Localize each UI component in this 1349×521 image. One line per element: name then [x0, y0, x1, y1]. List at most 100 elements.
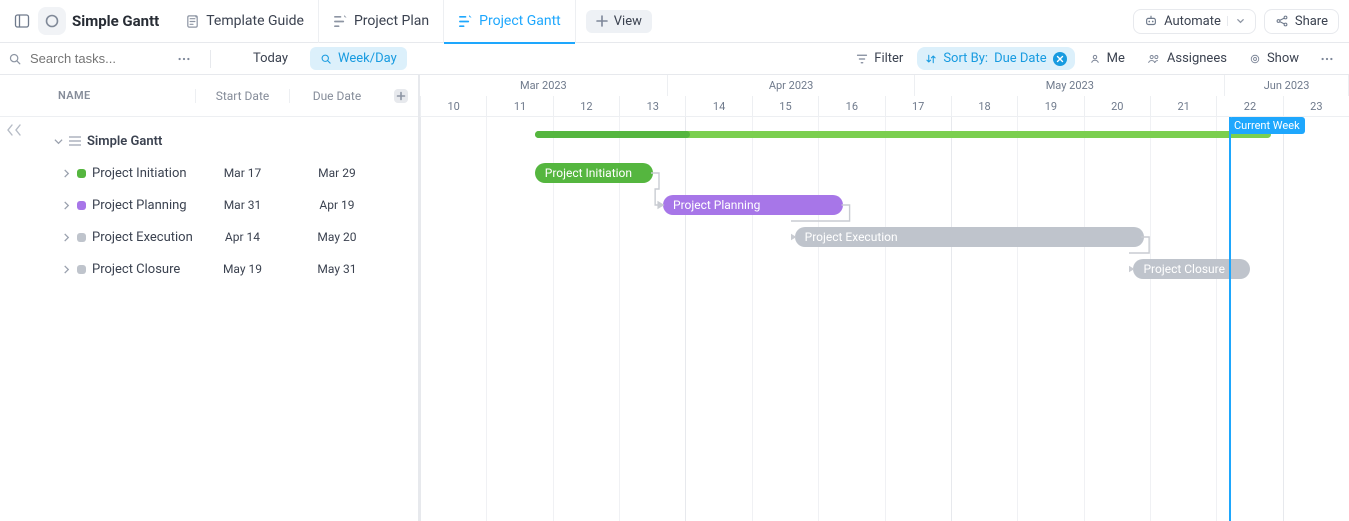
show-label: Show — [1267, 51, 1299, 66]
user-icon — [1089, 53, 1101, 65]
week-header[interactable]: 14 — [685, 96, 751, 117]
caret-right-icon[interactable] — [62, 169, 71, 178]
task-start[interactable]: Mar 31 — [195, 198, 289, 212]
month-header: May 2023 — [915, 75, 1225, 96]
col-start[interactable]: Start Date — [195, 89, 289, 103]
task-due[interactable]: Apr 19 — [290, 198, 384, 212]
tab-guide[interactable]: Template Guide — [171, 0, 319, 43]
timeline-body[interactable]: Project Initiation Project Planning Proj… — [420, 117, 1349, 521]
ellipsis-icon — [177, 52, 191, 66]
col-due[interactable]: Due Date — [290, 89, 384, 103]
current-week-label: Current Week — [1229, 117, 1305, 134]
task-start[interactable]: May 19 — [195, 262, 289, 276]
tab-gantt[interactable]: Project Gantt — [444, 0, 576, 43]
add-column-button[interactable] — [384, 88, 418, 104]
week-header[interactable]: 20 — [1084, 96, 1150, 117]
week-header[interactable]: 21 — [1150, 96, 1216, 117]
me-filter-button[interactable]: Me — [1081, 48, 1133, 69]
timescale-chip[interactable]: Week/Day — [310, 47, 407, 70]
filter-button[interactable]: Filter — [848, 48, 911, 69]
task-row[interactable]: Project Planning Mar 31 Apr 19 — [0, 189, 418, 221]
table-rows: Simple Gantt Project Initiation Mar 17 M… — [0, 117, 418, 285]
zoom-icon — [320, 53, 332, 65]
list-icon — [69, 136, 81, 146]
caret-right-icon[interactable] — [62, 233, 71, 242]
caret-right-icon[interactable] — [62, 265, 71, 274]
gantt-tab-icon — [458, 14, 473, 29]
timeline-column — [1283, 117, 1349, 521]
search-icon — [8, 52, 22, 66]
caret-right-icon[interactable] — [62, 201, 71, 210]
caret-down-icon[interactable] — [54, 137, 63, 146]
overflow-button[interactable] — [1313, 45, 1341, 73]
task-bar-plan[interactable]: Project Planning — [663, 195, 843, 215]
timeline-header: Mar 2023Apr 2023May 2023Jun 2023 1011121… — [420, 75, 1349, 117]
add-view-button[interactable]: View — [586, 10, 652, 33]
task-color-swatch — [77, 233, 86, 242]
today-button[interactable]: Today — [243, 48, 298, 69]
group-name: Simple Gantt — [87, 134, 162, 149]
task-start[interactable]: Mar 17 — [195, 166, 289, 180]
week-header[interactable]: 12 — [553, 96, 619, 117]
task-bar-label: Project Closure — [1143, 262, 1224, 276]
project-title: Simple Gantt — [72, 12, 159, 30]
week-header[interactable]: 11 — [486, 96, 552, 117]
users-icon — [1147, 53, 1161, 65]
task-bar-label: Project Execution — [805, 230, 898, 244]
task-due[interactable]: May 20 — [290, 230, 384, 244]
month-header: Apr 2023 — [668, 75, 916, 96]
search-input[interactable] — [28, 50, 158, 67]
current-week-marker: Current Week — [1229, 117, 1231, 521]
task-bar-init[interactable]: Project Initiation — [535, 163, 653, 183]
project-logo — [38, 7, 66, 35]
task-bar-close[interactable]: Project Closure — [1133, 259, 1249, 279]
clear-sort-button[interactable] — [1053, 52, 1067, 66]
search-tasks[interactable] — [8, 50, 158, 67]
gantt-timeline[interactable]: Mar 2023Apr 2023May 2023Jun 2023 1011121… — [420, 75, 1349, 521]
me-label: Me — [1107, 51, 1125, 66]
share-button[interactable]: Share — [1264, 9, 1339, 34]
show-button[interactable]: Show — [1241, 48, 1307, 69]
col-name[interactable]: NAME — [0, 89, 195, 102]
toggle-sidebar-button[interactable] — [8, 7, 36, 35]
week-header[interactable]: 13 — [619, 96, 685, 117]
view-tabs: Template Guide Project Plan Project Gant… — [171, 0, 576, 43]
task-bar-label: Project Initiation — [545, 166, 632, 180]
collapse-panel-button[interactable] — [6, 123, 22, 137]
tab-plan[interactable]: Project Plan — [319, 0, 444, 43]
week-header[interactable]: 17 — [885, 96, 951, 117]
task-name: Project Execution — [92, 230, 193, 245]
share-icon — [1275, 14, 1289, 28]
robot-icon — [1144, 14, 1158, 28]
task-name: Project Planning — [92, 198, 187, 213]
assignees-button[interactable]: Assignees — [1139, 48, 1235, 69]
close-icon — [1056, 55, 1064, 63]
week-header[interactable]: 10 — [420, 96, 486, 117]
add-view-label: View — [614, 14, 642, 29]
task-bar-label: Project Planning — [673, 198, 760, 212]
group-row[interactable]: Simple Gantt — [0, 125, 418, 157]
automate-label: Automate — [1164, 14, 1221, 29]
task-row[interactable]: Project Closure May 19 May 31 — [0, 253, 418, 285]
task-start[interactable]: Apr 14 — [195, 230, 289, 244]
month-header: Mar 2023 — [420, 75, 668, 96]
week-header[interactable]: 19 — [1017, 96, 1083, 117]
task-row[interactable]: Project Execution Apr 14 May 20 — [0, 221, 418, 253]
task-bar-exec[interactable]: Project Execution — [795, 227, 1144, 247]
timescale-label: Week/Day — [338, 51, 397, 66]
task-due[interactable]: May 31 — [290, 262, 384, 276]
week-header[interactable]: 16 — [818, 96, 884, 117]
week-header[interactable]: 23 — [1283, 96, 1349, 117]
automate-button[interactable]: Automate — [1133, 9, 1256, 34]
task-due[interactable]: Mar 29 — [290, 166, 384, 180]
more-options-button[interactable] — [170, 45, 198, 73]
week-header[interactable]: 18 — [951, 96, 1017, 117]
week-header[interactable]: 22 — [1216, 96, 1282, 117]
tab-label: Project Plan — [354, 13, 429, 29]
divider — [210, 50, 211, 68]
sort-chip[interactable]: Sort By: Due Date — [917, 47, 1074, 70]
task-row[interactable]: Project Initiation Mar 17 Mar 29 — [0, 157, 418, 189]
plus-icon — [596, 15, 608, 27]
timeline-column — [1150, 117, 1216, 521]
week-header[interactable]: 15 — [752, 96, 818, 117]
